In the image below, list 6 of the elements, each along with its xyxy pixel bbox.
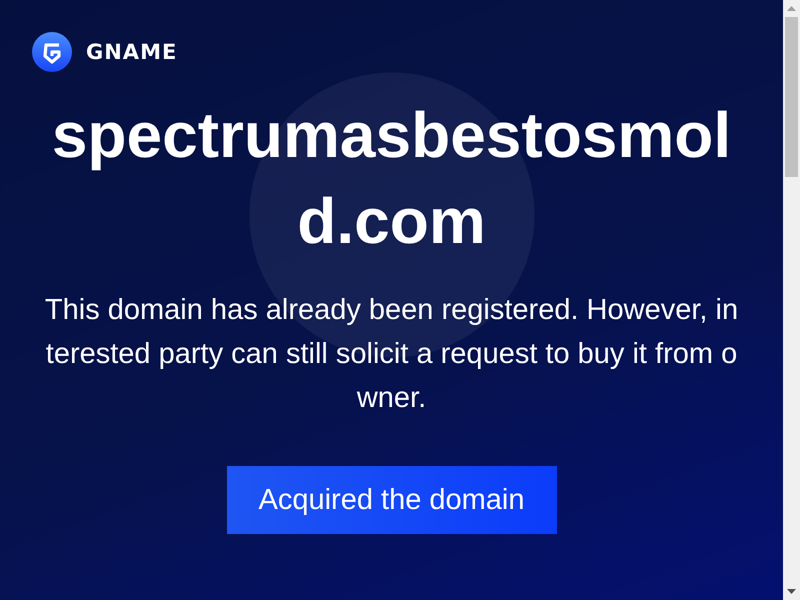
domain-title: spectrumasbestosmold.com	[50, 98, 732, 259]
logo-icon	[32, 32, 72, 72]
message-text: This domain has already been registered. However, interested party can still solicit a request to buy it from owner.	[44, 293, 740, 416]
acquire-button[interactable]: Acquired the domain	[226, 466, 556, 534]
scrollbar-drawing[interactable]	[783, 0, 800, 600]
brand-name: GNAME	[86, 40, 178, 64]
